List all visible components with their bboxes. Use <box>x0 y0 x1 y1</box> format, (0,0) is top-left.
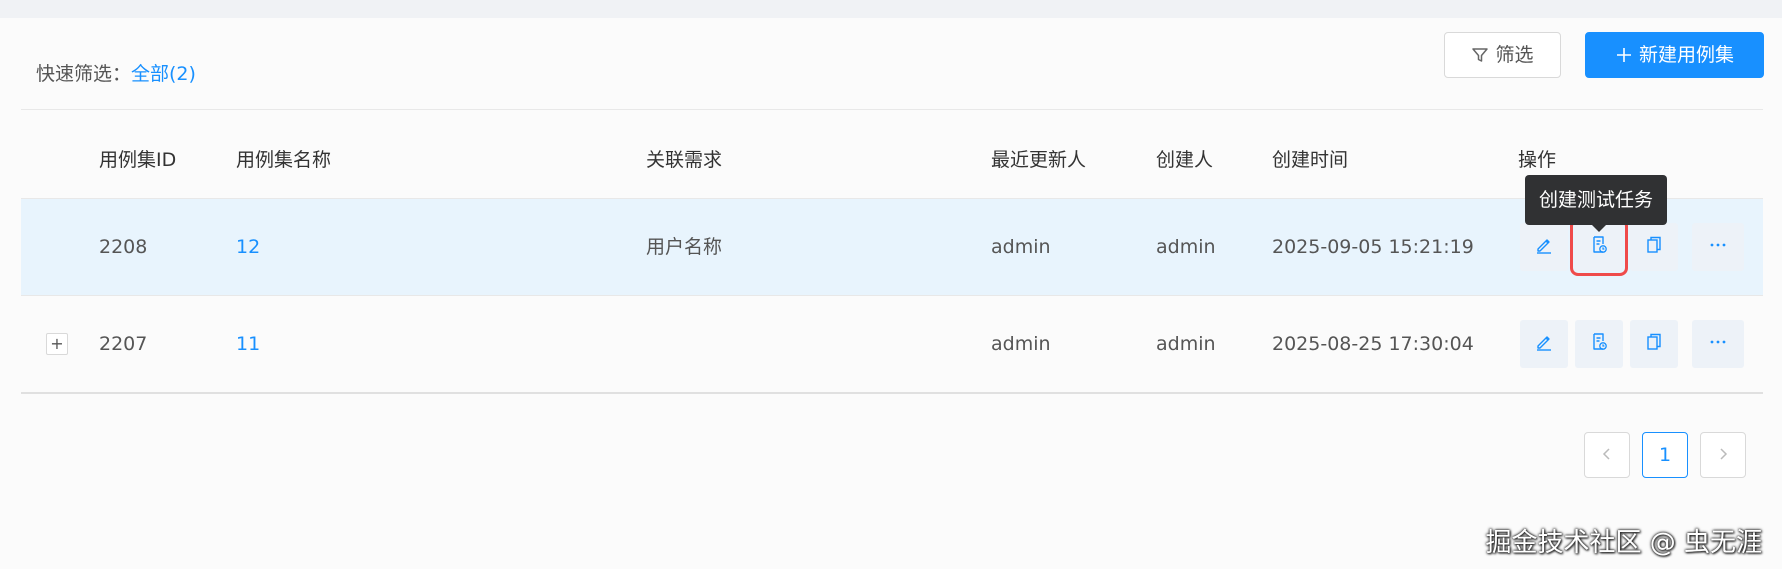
table-row[interactable]: 2208 12 用户名称 admin admin 2025-09-05 15:2… <box>21 199 1763 296</box>
filter-button[interactable]: 筛选 <box>1444 32 1561 78</box>
copy-button[interactable] <box>1630 223 1678 271</box>
header-created-at: 创建时间 <box>1272 149 1349 171</box>
more-icon <box>1708 332 1728 357</box>
more-icon <box>1708 235 1728 260</box>
copy-icon <box>1644 235 1664 260</box>
page-button-current[interactable]: 1 <box>1642 432 1688 478</box>
header-creator: 创建人 <box>1156 149 1214 171</box>
more-button[interactable] <box>1692 223 1744 271</box>
new-case-set-button[interactable]: 新建用例集 <box>1585 32 1764 78</box>
create-task-button[interactable] <box>1575 320 1623 368</box>
copy-button[interactable] <box>1630 320 1678 368</box>
quick-filter: 快速筛选：全部(2) <box>36 54 196 94</box>
cell-id: 2208 <box>99 236 148 258</box>
quick-filter-all-link[interactable]: 全部(2) <box>131 63 196 85</box>
cell-updater: admin <box>991 333 1051 355</box>
quick-filter-label: 快速筛选： <box>36 63 132 85</box>
case-set-table: 用例集ID 用例集名称 关联需求 最近更新人 创建人 创建时间 操作 2208 … <box>21 122 1763 394</box>
row-actions <box>1520 320 1744 368</box>
cell-name-link[interactable]: 11 <box>236 296 260 392</box>
chevron-left-icon <box>1600 444 1614 466</box>
header-id: 用例集ID <box>99 149 177 171</box>
edit-button[interactable] <box>1520 223 1568 271</box>
cell-created-at: 2025-09-05 15:21:19 <box>1272 236 1474 258</box>
more-button[interactable] <box>1692 320 1744 368</box>
edit-button[interactable] <box>1520 320 1568 368</box>
cell-creator: admin <box>1156 236 1216 258</box>
cell-updater: admin <box>991 236 1051 258</box>
toolbar-divider <box>21 109 1763 110</box>
row-expand-button[interactable]: + <box>46 333 68 355</box>
copy-icon <box>1644 332 1664 357</box>
watermark: 掘金技术社区 @ 虫无涯 <box>1485 528 1762 558</box>
cell-creator: admin <box>1156 333 1216 355</box>
edit-icon <box>1534 332 1554 357</box>
create-task-icon <box>1589 235 1609 260</box>
header-requirement: 关联需求 <box>646 149 723 171</box>
create-task-tooltip: 创建测试任务 <box>1525 175 1668 232</box>
prev-page-button[interactable] <box>1584 432 1630 478</box>
cell-requirement: 用户名称 <box>646 236 723 258</box>
edit-icon <box>1534 235 1554 260</box>
filter-icon <box>1471 46 1489 64</box>
cell-name-link[interactable]: 12 <box>236 199 260 295</box>
filter-button-label: 筛选 <box>1495 44 1534 66</box>
next-page-button[interactable] <box>1700 432 1746 478</box>
chevron-right-icon <box>1716 444 1730 466</box>
content-panel: 快速筛选：全部(2) 筛选 新建用例集 用例集ID 用例集名称 关联需求 最近更… <box>0 18 1782 569</box>
header-updater: 最近更新人 <box>991 149 1087 171</box>
table-row[interactable]: + 2207 11 admin admin 2025-08-25 17:30:0… <box>21 296 1763 394</box>
row-actions <box>1520 218 1744 276</box>
cell-created-at: 2025-08-25 17:30:04 <box>1272 333 1474 355</box>
cell-id: 2207 <box>99 333 148 355</box>
plus-icon <box>1615 46 1633 64</box>
pagination: 1 <box>1584 432 1746 478</box>
table-header: 用例集ID 用例集名称 关联需求 最近更新人 创建人 创建时间 操作 <box>21 122 1763 199</box>
create-task-icon <box>1589 332 1609 357</box>
new-case-set-button-label: 新建用例集 <box>1638 44 1734 66</box>
header-name: 用例集名称 <box>236 149 332 171</box>
